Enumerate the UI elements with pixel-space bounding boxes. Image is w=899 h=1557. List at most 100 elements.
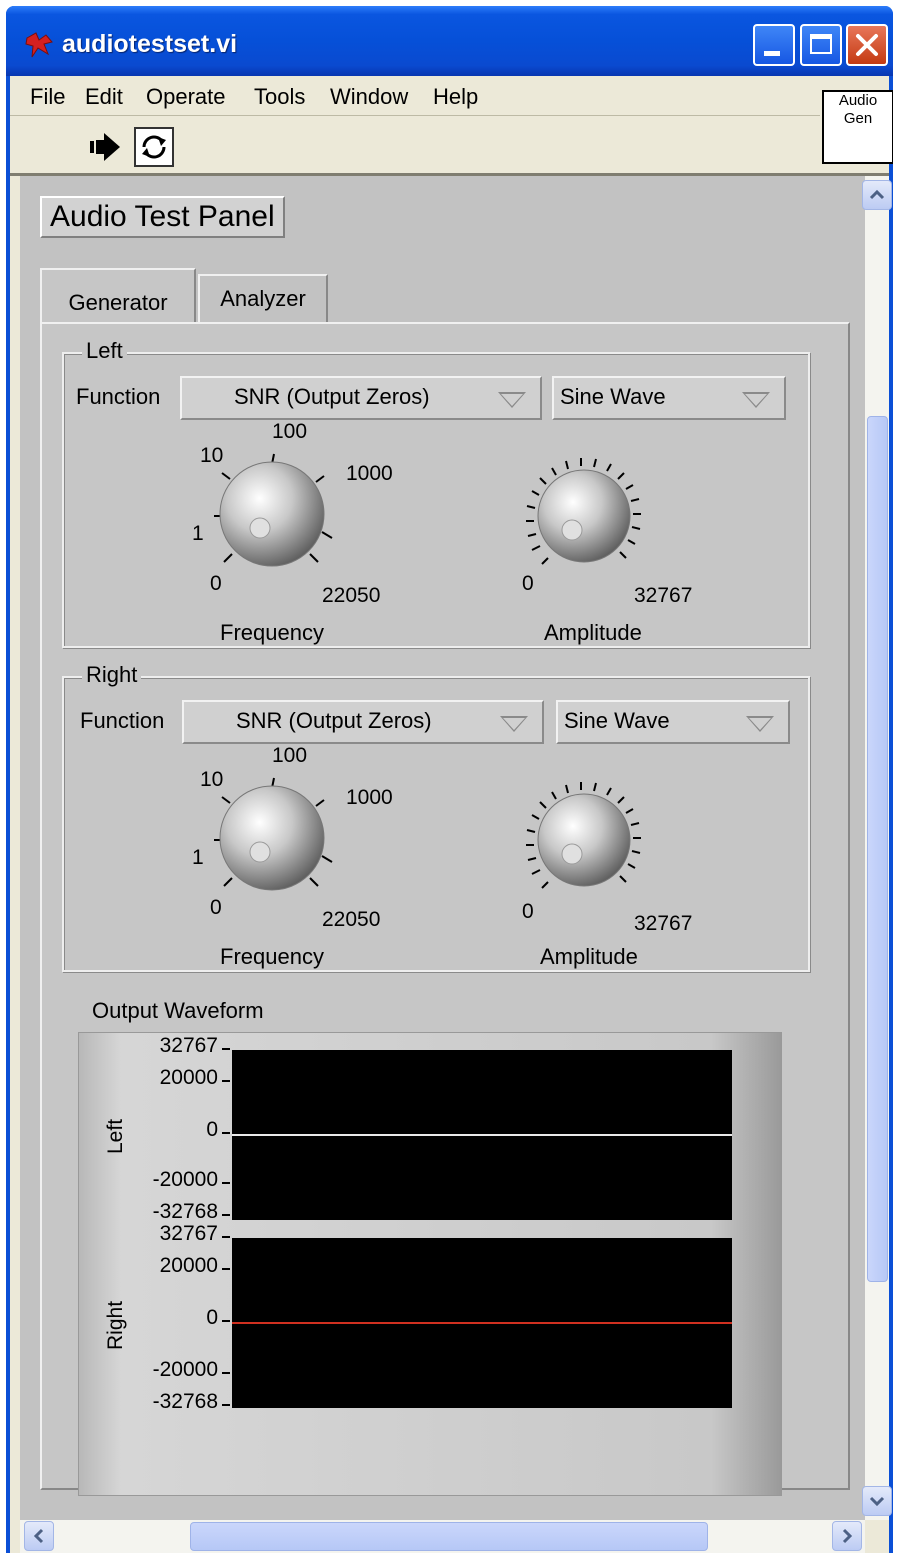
- run-arrow-icon: [90, 133, 120, 161]
- y-tick-label: 32767: [159, 1034, 218, 1057]
- waveform-dropdown[interactable]: Sine Wave: [552, 376, 786, 420]
- amplitude-label: Amplitude: [540, 944, 638, 969]
- horizontal-scroll-thumb[interactable]: [190, 1522, 708, 1551]
- group-label-left: Left: [82, 338, 127, 364]
- scroll-down-button[interactable]: [862, 1486, 892, 1516]
- resize-grip-icon[interactable]: [865, 1520, 889, 1553]
- frequency-label: Frequency: [220, 620, 324, 645]
- menu-bar: File Edit Operate Tools Window Help: [10, 76, 820, 116]
- dropdown-arrow-icon: [746, 716, 774, 732]
- amp-tick-min: 0: [522, 900, 534, 923]
- y-tick-label: 20000: [159, 1254, 218, 1277]
- y-tick-mark: [222, 1372, 230, 1374]
- waveform-value: Sine Wave: [564, 708, 670, 733]
- graph-title: Output Waveform: [92, 998, 264, 1023]
- function-label: Function: [80, 708, 165, 733]
- function-dropdown[interactable]: SNR (Output Zeros): [180, 376, 542, 420]
- dropdown-arrow-icon: [498, 392, 526, 408]
- y-tick-label: 0: [206, 1118, 218, 1141]
- plot-area-right[interactable]: [232, 1238, 732, 1408]
- trace-right: [232, 1322, 732, 1324]
- waveform-dropdown[interactable]: Sine Wave: [556, 700, 790, 744]
- amplitude-knob[interactable]: [512, 424, 672, 594]
- minimize-button[interactable]: [753, 24, 795, 66]
- function-dropdown[interactable]: SNR (Output Zeros): [182, 700, 544, 744]
- right-channel-group: Right Function SNR (Output Zeros) Sine W…: [62, 662, 810, 972]
- y-tick-label: -20000: [152, 1168, 218, 1191]
- menu-help[interactable]: Help: [433, 84, 478, 110]
- vi-icon-pane[interactable]: Audio Gen: [822, 90, 893, 164]
- scroll-right-button[interactable]: [832, 1521, 862, 1551]
- menu-file[interactable]: File: [30, 84, 65, 110]
- close-button[interactable]: [846, 24, 888, 66]
- tab-content-generator: Left Function SNR (Output Zeros) Sine Wa…: [40, 322, 850, 1496]
- vertical-scroll-thumb[interactable]: [867, 416, 888, 1282]
- freq-tick-22050: 22050: [322, 908, 381, 931]
- window-client: File Edit Operate Tools Window Help Audi…: [10, 76, 893, 1553]
- close-icon: [856, 34, 878, 56]
- y-tick-label: 20000: [159, 1066, 218, 1089]
- scroll-up-button[interactable]: [862, 180, 892, 210]
- y-tick-label: -32768: [152, 1200, 218, 1223]
- y-tick-label: 0: [206, 1306, 218, 1329]
- amplitude-label: Amplitude: [544, 620, 642, 645]
- freq-tick-0: 0: [210, 572, 222, 595]
- menu-operate[interactable]: Operate: [146, 84, 226, 110]
- y-tick-label: -32768: [152, 1390, 218, 1413]
- freq-tick-10: 10: [200, 444, 224, 467]
- plot-area-left[interactable]: [232, 1050, 732, 1220]
- menu-tools[interactable]: Tools: [254, 84, 305, 110]
- minimize-icon: [764, 51, 780, 56]
- y-tick-mark: [222, 1214, 230, 1216]
- freq-tick-1: 1: [192, 846, 204, 869]
- tab-generator[interactable]: Generator: [40, 268, 196, 330]
- labview-logo-icon: [25, 32, 53, 58]
- vertical-scrollbar[interactable]: [862, 176, 892, 1520]
- freq-tick-0: 0: [210, 896, 222, 919]
- freq-tick-10: 10: [200, 768, 224, 791]
- horizontal-scrollbar[interactable]: [20, 1520, 865, 1553]
- left-channel-group: Left Function SNR (Output Zeros) Sine Wa…: [62, 338, 810, 648]
- amplitude-knob[interactable]: [512, 748, 672, 918]
- chevron-right-icon: [842, 1528, 853, 1544]
- chevron-down-icon: [869, 1496, 885, 1507]
- function-value: SNR (Output Zeros): [236, 708, 432, 733]
- chevron-left-icon: [33, 1528, 44, 1544]
- y-tick-mark: [222, 1048, 230, 1050]
- title-bar[interactable]: audiotestset.vi: [6, 6, 893, 76]
- y-tick-mark: [222, 1080, 230, 1082]
- scroll-left-button[interactable]: [24, 1521, 54, 1551]
- freq-tick-1000: 1000: [346, 786, 393, 809]
- menu-edit[interactable]: Edit: [85, 84, 123, 110]
- y-tick-mark: [222, 1320, 230, 1322]
- y-tick-mark: [222, 1132, 230, 1134]
- freq-tick-22050: 22050: [322, 584, 381, 607]
- function-label: Function: [76, 384, 161, 409]
- y-tick-mark: [222, 1182, 230, 1184]
- chevron-up-icon: [869, 189, 885, 200]
- y-tick-mark: [222, 1268, 230, 1270]
- menu-window[interactable]: Window: [330, 84, 408, 110]
- trace-left: [232, 1134, 732, 1136]
- front-panel: Audio Test Panel Generator Analyzer Left…: [20, 176, 865, 1520]
- panel-title: Audio Test Panel: [40, 196, 285, 238]
- maximize-button[interactable]: [800, 24, 842, 66]
- y-tick-mark: [222, 1236, 230, 1238]
- run-continuously-icon: [142, 135, 166, 159]
- freq-tick-100: 100: [272, 744, 308, 767]
- toolbar: [10, 117, 820, 173]
- window-title: audiotestset.vi: [62, 30, 238, 58]
- freq-tick-1000: 1000: [346, 462, 393, 485]
- vi-icon-line2: Gen: [843, 110, 873, 127]
- group-label-right: Right: [82, 662, 142, 688]
- waveform-value: Sine Wave: [560, 384, 666, 409]
- freq-tick-100: 100: [272, 420, 308, 443]
- frequency-label: Frequency: [220, 944, 324, 969]
- tab-analyzer[interactable]: Analyzer: [198, 274, 328, 324]
- maximize-icon: [810, 34, 832, 54]
- freq-tick-1: 1: [192, 522, 204, 545]
- run-continuously-button[interactable]: [134, 127, 174, 167]
- run-button[interactable]: [84, 127, 124, 167]
- dropdown-arrow-icon: [500, 716, 528, 732]
- amp-tick-max: 32767: [634, 584, 693, 607]
